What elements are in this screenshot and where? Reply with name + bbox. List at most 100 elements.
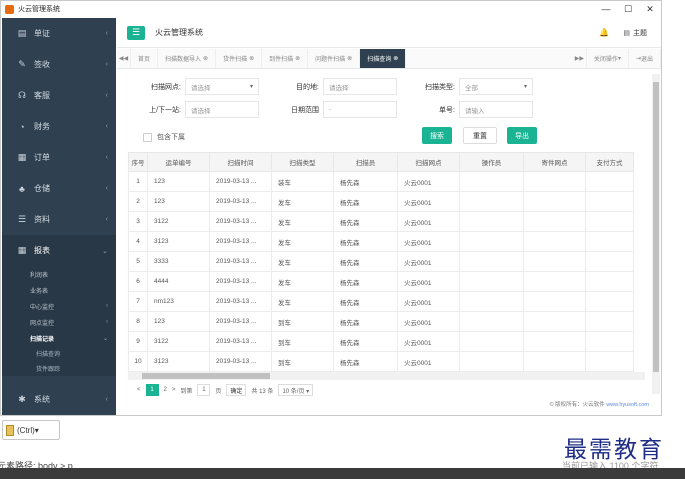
table-row[interactable]: 5 3333 2019-03-13 ... 发车 杨先森 火云0001 (128, 251, 634, 272)
close-icon[interactable]: ⊗ (295, 55, 300, 62)
window-title: 火云管理系统 (18, 6, 60, 13)
table-cell: 发车 (271, 211, 334, 232)
table-row[interactable]: 2 123 2019-03-13 ... 发车 杨先森 火云0001 (128, 191, 634, 212)
prev-next-station-input[interactable]: 请选择 (185, 101, 259, 118)
exit-button[interactable]: ⇥ 退出 (629, 49, 661, 68)
bottom-bar (0, 468, 685, 479)
table-cell: 杨先森 (333, 331, 398, 352)
table-cell (459, 351, 524, 372)
close-icon[interactable]: ⊗ (393, 55, 398, 62)
pager-prev-button[interactable]: < (137, 387, 141, 393)
checkbox-box[interactable] (143, 132, 152, 142)
table-row[interactable]: 7 nm123 2019-03-13 ... 发车 杨先森 火云0001 (128, 291, 634, 312)
pager-confirm-button[interactable]: 确定 (226, 384, 247, 396)
reset-button[interactable]: 重置 (463, 127, 497, 144)
paste-options-button[interactable]: (Ctrl)▾ (2, 420, 60, 440)
sidebar-sub-profit[interactable]: 利润表 (2, 266, 116, 282)
pager-goto-input[interactable]: 1 (197, 384, 211, 396)
scrollbar-thumb[interactable] (142, 373, 270, 379)
table-row[interactable]: 9 3122 2019-03-13 ... 到车 杨先森 火云0001 (128, 331, 634, 352)
edit-icon: ✎ (18, 59, 26, 69)
waybill-input[interactable]: 请输入 (459, 101, 533, 118)
clipboard-icon (6, 424, 14, 436)
col-header-payment[interactable]: 支付方式 (585, 152, 634, 172)
sidebar-sub-scan-records[interactable]: 扫描记录 ⌄ (2, 330, 116, 346)
table-cell (459, 291, 524, 312)
close-ops-dropdown[interactable]: 关闭操作 ▾ (587, 49, 629, 68)
table-row[interactable]: 3 3122 2019-03-13 ... 发车 杨先森 火云0001 (128, 211, 634, 232)
maximize-button[interactable]: ☐ (617, 4, 639, 15)
close-icon[interactable]: ⊗ (203, 55, 208, 62)
tab-scan-import[interactable]: 扫描数据导入 ⊗ (158, 49, 217, 68)
tab-cargo-scan[interactable]: 货件扫描 ⊗ (216, 49, 263, 68)
table-cell: 2019-03-13 ... (209, 231, 272, 252)
scan-site-label: 扫描网点: (151, 83, 181, 91)
sidebar-item-documents[interactable]: ▤ 单证 ‹ (2, 18, 116, 49)
table-cell: 杨先森 (333, 271, 398, 292)
sidebar-item-data[interactable]: ☰ 资料 ‹ (2, 204, 116, 235)
col-header-operator[interactable]: 操作员 (459, 152, 524, 172)
destination-input[interactable]: 请选择 (323, 78, 397, 95)
pager-next-button[interactable]: > (172, 387, 176, 393)
pager-per-page-select[interactable]: 10 条/页 ▾ (278, 384, 314, 396)
include-sub-checkbox[interactable]: 包含下属 (143, 132, 185, 142)
sidebar-item-finance[interactable]: ◔ 财务 ‹ (2, 111, 116, 142)
theme-button[interactable]: ▤ 主题 (623, 28, 647, 38)
table-cell: 发车 (271, 251, 334, 272)
table-cell: 火云0001 (397, 291, 460, 312)
bell-icon[interactable]: 🔔 (599, 28, 609, 37)
sidebar-sub-business[interactable]: 业务表 (2, 282, 116, 298)
col-header-scan-site[interactable]: 扫描网点 (397, 152, 460, 172)
tab-arrival-scan[interactable]: 到件扫描 ⊗ (262, 49, 309, 68)
table-row[interactable]: 1 123 2019-03-13 ... 装车 杨先森 火云0001 (128, 171, 634, 192)
scan-site-select[interactable]: 请选择 ▾ (185, 78, 259, 95)
tab-problem-scan[interactable]: 问题件扫描 ⊗ (308, 49, 361, 68)
tab-prev-button[interactable]: ◀◀ (117, 49, 131, 68)
export-button[interactable]: 导出 (507, 127, 537, 144)
table-row[interactable]: 10 3123 2019-03-13 ... 到车 杨先森 火云0001 (128, 351, 634, 372)
sidebar-subsub-tracking[interactable]: 货件跟踪 (2, 361, 116, 376)
close-icon[interactable]: ⊗ (347, 55, 352, 62)
date-range-input[interactable]: - (323, 101, 397, 118)
sidebar-item-signing[interactable]: ✎ 签收 ‹ (2, 49, 116, 80)
sidebar-sub-center-monitor[interactable]: 中心监控 ‹ (2, 298, 116, 314)
close-icon[interactable]: ⊗ (249, 55, 254, 62)
tab-home[interactable]: 首页 (131, 49, 159, 68)
table-row[interactable]: 4 3123 2019-03-13 ... 发车 杨先森 火云0001 (128, 231, 634, 252)
tab-scan-query[interactable]: 扫描查询 ⊗ (360, 49, 407, 68)
sidebar-item-label: 系统 (34, 395, 50, 404)
menu-toggle-button[interactable]: ☰ (127, 25, 145, 40)
table-row[interactable]: 8 123 2019-03-13 ... 到车 杨先森 火云0001 (128, 311, 634, 332)
col-header-scanner[interactable]: 扫描员 (333, 152, 398, 172)
sidebar-item-service[interactable]: ☊ 客服 ‹ (2, 80, 116, 111)
col-header-send-site[interactable]: 寄件网点 (523, 152, 586, 172)
tab-next-button[interactable]: ▶▶ (573, 49, 587, 68)
sidebar-item-map[interactable]: ⚲地图‹ (2, 415, 116, 416)
vertical-scrollbar[interactable] (652, 74, 660, 394)
close-button[interactable]: ✕ (639, 4, 661, 15)
col-header-scan-type[interactable]: 扫描类型 (271, 152, 334, 172)
sidebar-subsub-scan-query[interactable]: 扫描查询 (2, 346, 116, 361)
minimize-button[interactable]: — (595, 4, 617, 15)
col-header-waybill[interactable]: 运单编号 (147, 152, 210, 172)
scan-type-select[interactable]: 全部 ▾ (459, 78, 533, 95)
pager-page-2[interactable]: 2 (164, 387, 167, 393)
horizontal-scrollbar[interactable] (128, 372, 645, 380)
search-button[interactable]: 搜索 (422, 127, 452, 144)
chevron-left-icon: ‹ (105, 61, 108, 68)
copyright-link[interactable]: www.hyusoft.com (606, 402, 649, 408)
sidebar-sub-site-monitor[interactable]: 网点监控 ‹ (2, 314, 116, 330)
sidebar-item-orders[interactable]: ▦ 订单 ‹ (2, 142, 116, 173)
table-row[interactable]: 6 4444 2019-03-13 ... 发车 杨先森 火云0001 (128, 271, 634, 292)
pager-page-1[interactable]: 1 (145, 384, 159, 396)
table-cell: 火云0001 (397, 271, 460, 292)
sidebar-item-system[interactable]: ✱ 系统 ‹ (2, 384, 116, 415)
headset-icon: ☊ (18, 90, 26, 100)
sidebar-item-warehouse[interactable]: ♣ 仓储 ‹ (2, 173, 116, 204)
sidebar-item-reports[interactable]: ▦ 报表 ⌄ (2, 235, 116, 266)
top-bar: ☰ 火云管理系统 🔔 ▤ 主题 (117, 18, 661, 48)
scrollbar-thumb[interactable] (653, 82, 659, 372)
col-header-scan-time[interactable]: 扫描时间 (209, 152, 272, 172)
caret-down-icon: ▾ (523, 84, 527, 90)
col-header-index[interactable]: 序号 (128, 152, 148, 172)
